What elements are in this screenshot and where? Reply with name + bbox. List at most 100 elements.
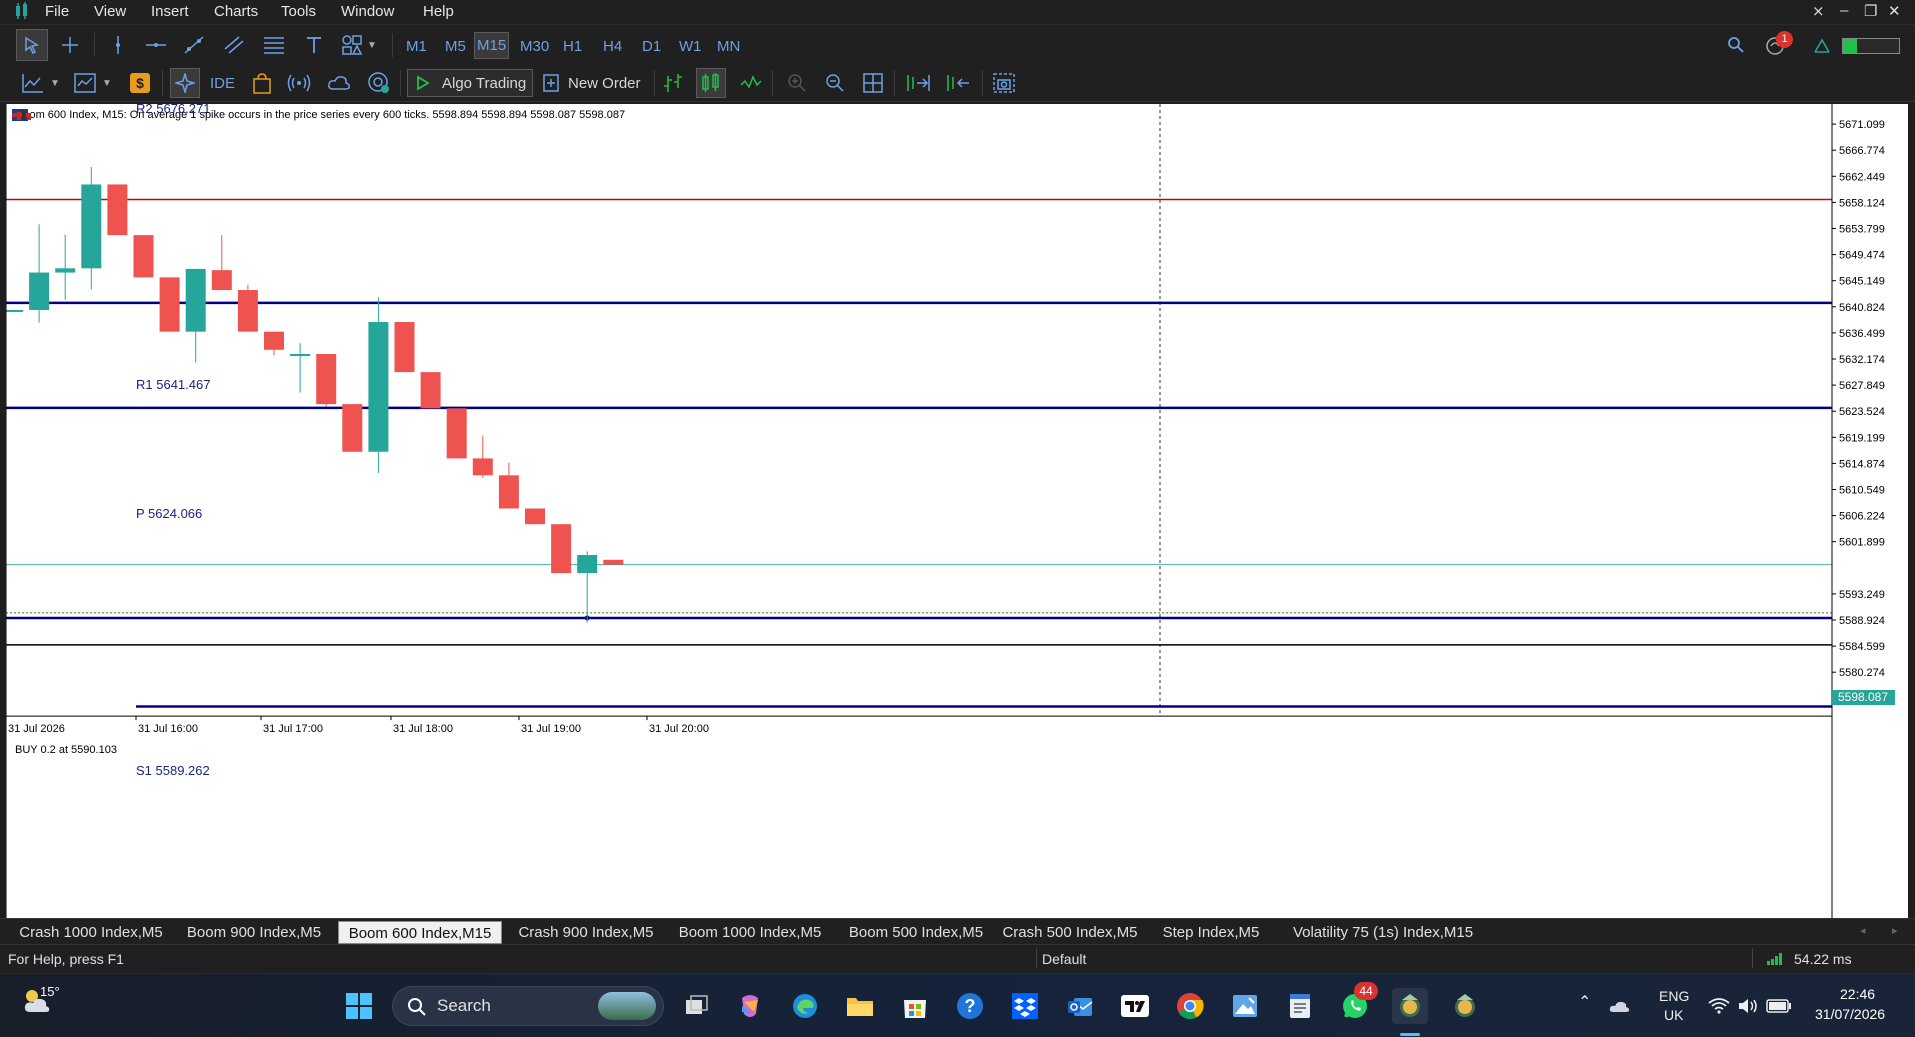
text-tool-icon[interactable] (302, 33, 326, 57)
candlestick-chart-icon[interactable] (696, 68, 726, 98)
close-icon[interactable]: ✕ (1888, 2, 1901, 20)
timeframe-h1[interactable]: H1 (561, 36, 584, 57)
bar-chart-icon[interactable] (660, 70, 686, 96)
crosshair-icon[interactable] (58, 33, 82, 57)
metatrader-taskbar-icon-active[interactable] (1392, 988, 1428, 1024)
candle-body[interactable] (237, 290, 258, 332)
file-explorer-icon[interactable] (842, 988, 878, 1024)
timeframe-w1[interactable]: W1 (677, 36, 704, 57)
vertical-line-icon[interactable] (106, 33, 130, 57)
horizontal-line-icon[interactable] (144, 33, 168, 57)
tab-crash-900-m5[interactable]: Crash 900 Index,M5 (508, 921, 664, 944)
tab-boom-1000-m5[interactable]: Boom 1000 Index,M5 (668, 921, 832, 944)
candle-body[interactable] (525, 508, 545, 525)
candle-body[interactable] (342, 404, 363, 452)
timeframe-m1[interactable]: M1 (404, 36, 429, 57)
clock-date[interactable]: 31/07/2026 (1815, 1006, 1885, 1022)
tab-boom-600-m15[interactable]: Boom 600 Index,M15 (338, 921, 502, 944)
chart-type-icon[interactable] (20, 70, 46, 96)
candle-body[interactable] (81, 184, 102, 269)
notepad-icon[interactable] (1282, 988, 1318, 1024)
timeframe-m30[interactable]: M30 (518, 36, 551, 57)
tab-boom-900-m5[interactable]: Boom 900 Index,M5 (174, 921, 334, 944)
candle-body[interactable] (107, 184, 128, 236)
candle-body[interactable] (29, 272, 50, 310)
vps-icon[interactable] (366, 70, 392, 96)
taskbar-search[interactable]: Search (392, 986, 664, 1026)
menu-insert[interactable]: Insert (151, 3, 189, 20)
chevron-down-icon[interactable]: ▼ (49, 77, 61, 89)
show-hidden-icons-chevron-up-icon[interactable]: ⌃ (1578, 992, 1591, 1012)
help-app-icon[interactable]: ? (952, 988, 988, 1024)
ide-button[interactable]: IDE (210, 69, 235, 97)
clock-time[interactable]: 22:46 (1840, 986, 1875, 1002)
timeframe-m15[interactable]: M15 (474, 32, 510, 59)
edge-browser-icon[interactable] (787, 988, 823, 1024)
timeframe-mn[interactable]: MN (715, 36, 742, 57)
chart-area[interactable]: 5675.424 5671.099 5666.774 5662.449 5658.124… (6, 101, 1908, 918)
candle-body[interactable] (185, 268, 206, 332)
price-chart[interactable]: 5675.424 5671.099 5666.774 5662.449 5658.124… (6, 104, 1908, 918)
market-dollar-icon[interactable]: $ (128, 70, 152, 96)
screenshot-icon[interactable] (990, 70, 1018, 96)
tabs-scroll-right-icon[interactable]: ▸ (1892, 924, 1898, 937)
chevron-down-icon[interactable]: ▼ (101, 77, 113, 89)
restore-icon[interactable]: ❐ (1864, 2, 1877, 20)
timeframe-d1[interactable]: D1 (640, 36, 663, 57)
timeframe-h4[interactable]: H4 (601, 36, 624, 57)
chevron-down-icon[interactable]: ▼ (366, 39, 378, 51)
candle-body[interactable] (446, 408, 467, 459)
candle-body[interactable] (6, 309, 23, 312)
candle-body[interactable] (472, 458, 493, 476)
candle-body[interactable] (159, 277, 180, 332)
tradingview-icon[interactable] (1117, 988, 1153, 1024)
candle-body[interactable] (368, 322, 389, 452)
algo-trading-button[interactable]: Algo Trading (407, 69, 533, 97)
zoom-in-icon[interactable] (784, 70, 810, 96)
search-icon[interactable] (1724, 33, 1748, 57)
tab-step-index-m5[interactable]: Step Index,M5 (1150, 921, 1272, 944)
chrome-icon[interactable] (1172, 988, 1208, 1024)
tab-volatility-75-1s-m15[interactable]: Volatility 75 (1s) Index,M15 (1280, 921, 1486, 944)
profile-name[interactable]: Default (1042, 951, 1086, 967)
wifi-icon[interactable] (1706, 988, 1732, 1024)
tile-windows-icon[interactable] (860, 70, 886, 96)
tab-crash-1000-m5[interactable]: Crash 1000 Index,M5 (14, 921, 168, 944)
onedrive-icon[interactable] (1606, 988, 1634, 1024)
candle-body[interactable] (394, 322, 415, 373)
trendline-icon[interactable] (182, 33, 206, 57)
battery-icon[interactable] (1765, 988, 1793, 1024)
buy-order-label[interactable]: BUY 0.2 at 5590.103 (15, 744, 117, 756)
candle-body[interactable] (498, 475, 519, 509)
candle-body[interactable] (290, 354, 311, 357)
menu-help[interactable]: Help (423, 3, 454, 20)
tabs-scroll-left-icon[interactable]: ◂ (1860, 924, 1866, 937)
candle-body[interactable] (55, 268, 76, 273)
candle-body[interactable] (211, 270, 232, 291)
chart-shift-icon[interactable] (944, 70, 972, 96)
menu-file[interactable]: File (45, 3, 69, 20)
fibonacci-icon[interactable] (262, 33, 286, 57)
menu-window[interactable]: Window (341, 3, 394, 20)
photo-editor-icon[interactable] (1227, 988, 1263, 1024)
candle-body[interactable] (551, 524, 572, 574)
dropbox-icon[interactable] (1007, 988, 1043, 1024)
signals-icon[interactable] (286, 70, 312, 96)
weather-widget[interactable]: 15° (22, 984, 60, 1026)
menu-tools[interactable]: Tools (281, 3, 316, 20)
microsoft-store-icon[interactable] (897, 988, 933, 1024)
metatrader-taskbar-icon[interactable] (1447, 988, 1483, 1024)
outlook-icon[interactable] (1062, 988, 1098, 1024)
language-top[interactable]: ENG (1659, 988, 1689, 1004)
auto-scroll-icon[interactable] (904, 70, 932, 96)
timeframe-m5[interactable]: M5 (443, 36, 468, 57)
language-bottom[interactable]: UK (1664, 1007, 1683, 1023)
new-order-button[interactable]: New Order (542, 69, 646, 97)
candle-body[interactable] (316, 354, 337, 405)
copilot-icon[interactable] (732, 988, 768, 1024)
tab-crash-500-m5[interactable]: Crash 500 Index,M5 (1000, 921, 1140, 944)
minimize-icon[interactable]: – (1840, 2, 1848, 19)
channel-icon[interactable] (222, 33, 246, 57)
indicators-icon[interactable] (72, 70, 98, 96)
line-chart-icon[interactable] (738, 70, 764, 96)
